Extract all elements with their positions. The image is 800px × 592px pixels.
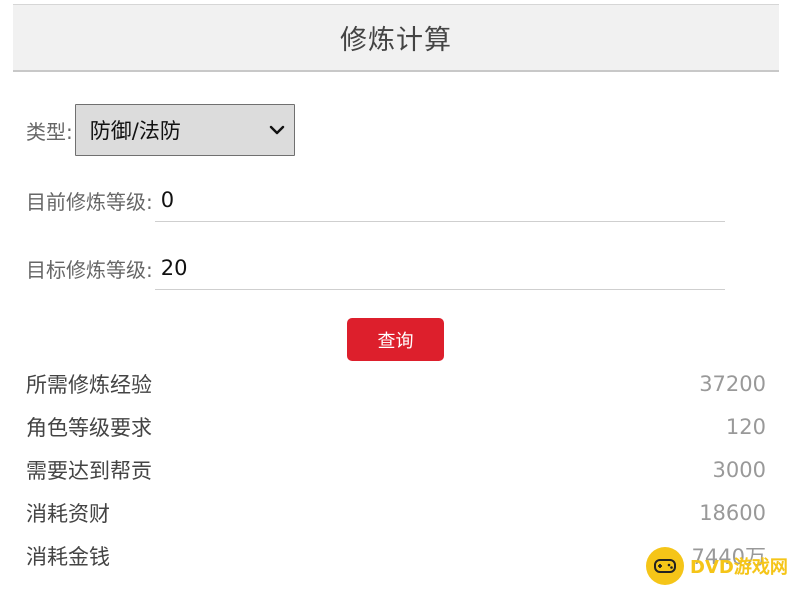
result-row-contribution: 需要达到帮贡 3000: [26, 448, 766, 491]
watermark-logo: [646, 547, 684, 585]
page-title: 修炼计算: [340, 25, 452, 56]
chevron-down-icon: [269, 125, 284, 135]
type-select-value: 防御/法防: [89, 119, 181, 143]
current-level-input[interactable]: 0: [154, 178, 725, 222]
result-value: 18600: [699, 500, 766, 525]
current-level-row: 目前修炼等级: 0: [26, 178, 725, 222]
target-level-row: 目标修炼等级: 20: [26, 246, 725, 290]
result-label: 角色等级要求: [26, 415, 152, 440]
result-value: 37200: [699, 371, 766, 396]
target-level-label: 目标修炼等级:: [26, 257, 153, 282]
page-header: 修炼计算: [13, 4, 779, 72]
result-value: 120: [725, 414, 766, 439]
current-level-label: 目前修炼等级:: [26, 189, 153, 214]
watermark-text: DVD游戏网: [690, 557, 788, 578]
result-row-funds: 消耗资财 18600: [26, 491, 766, 534]
result-label: 消耗金钱: [26, 544, 110, 569]
result-value: 3000: [712, 457, 766, 482]
gamepad-icon: [654, 559, 676, 573]
result-label: 所需修炼经验: [26, 372, 152, 397]
results-list: 所需修炼经验 37200 角色等级要求 120 需要达到帮贡 3000 消耗资财…: [26, 362, 766, 577]
type-select[interactable]: 防御/法防: [74, 104, 295, 156]
result-row-role-level: 角色等级要求 120: [26, 405, 766, 448]
result-row-experience: 所需修炼经验 37200: [26, 362, 766, 405]
type-label: 类型:: [26, 119, 73, 144]
watermark: DVD游戏网: [646, 546, 788, 586]
result-label: 消耗资财: [26, 501, 110, 526]
type-row: 类型: 防御/法防: [26, 104, 295, 156]
query-button[interactable]: 查询: [347, 318, 444, 361]
result-label: 需要达到帮贡: [26, 458, 152, 483]
target-level-input[interactable]: 20: [154, 246, 725, 290]
